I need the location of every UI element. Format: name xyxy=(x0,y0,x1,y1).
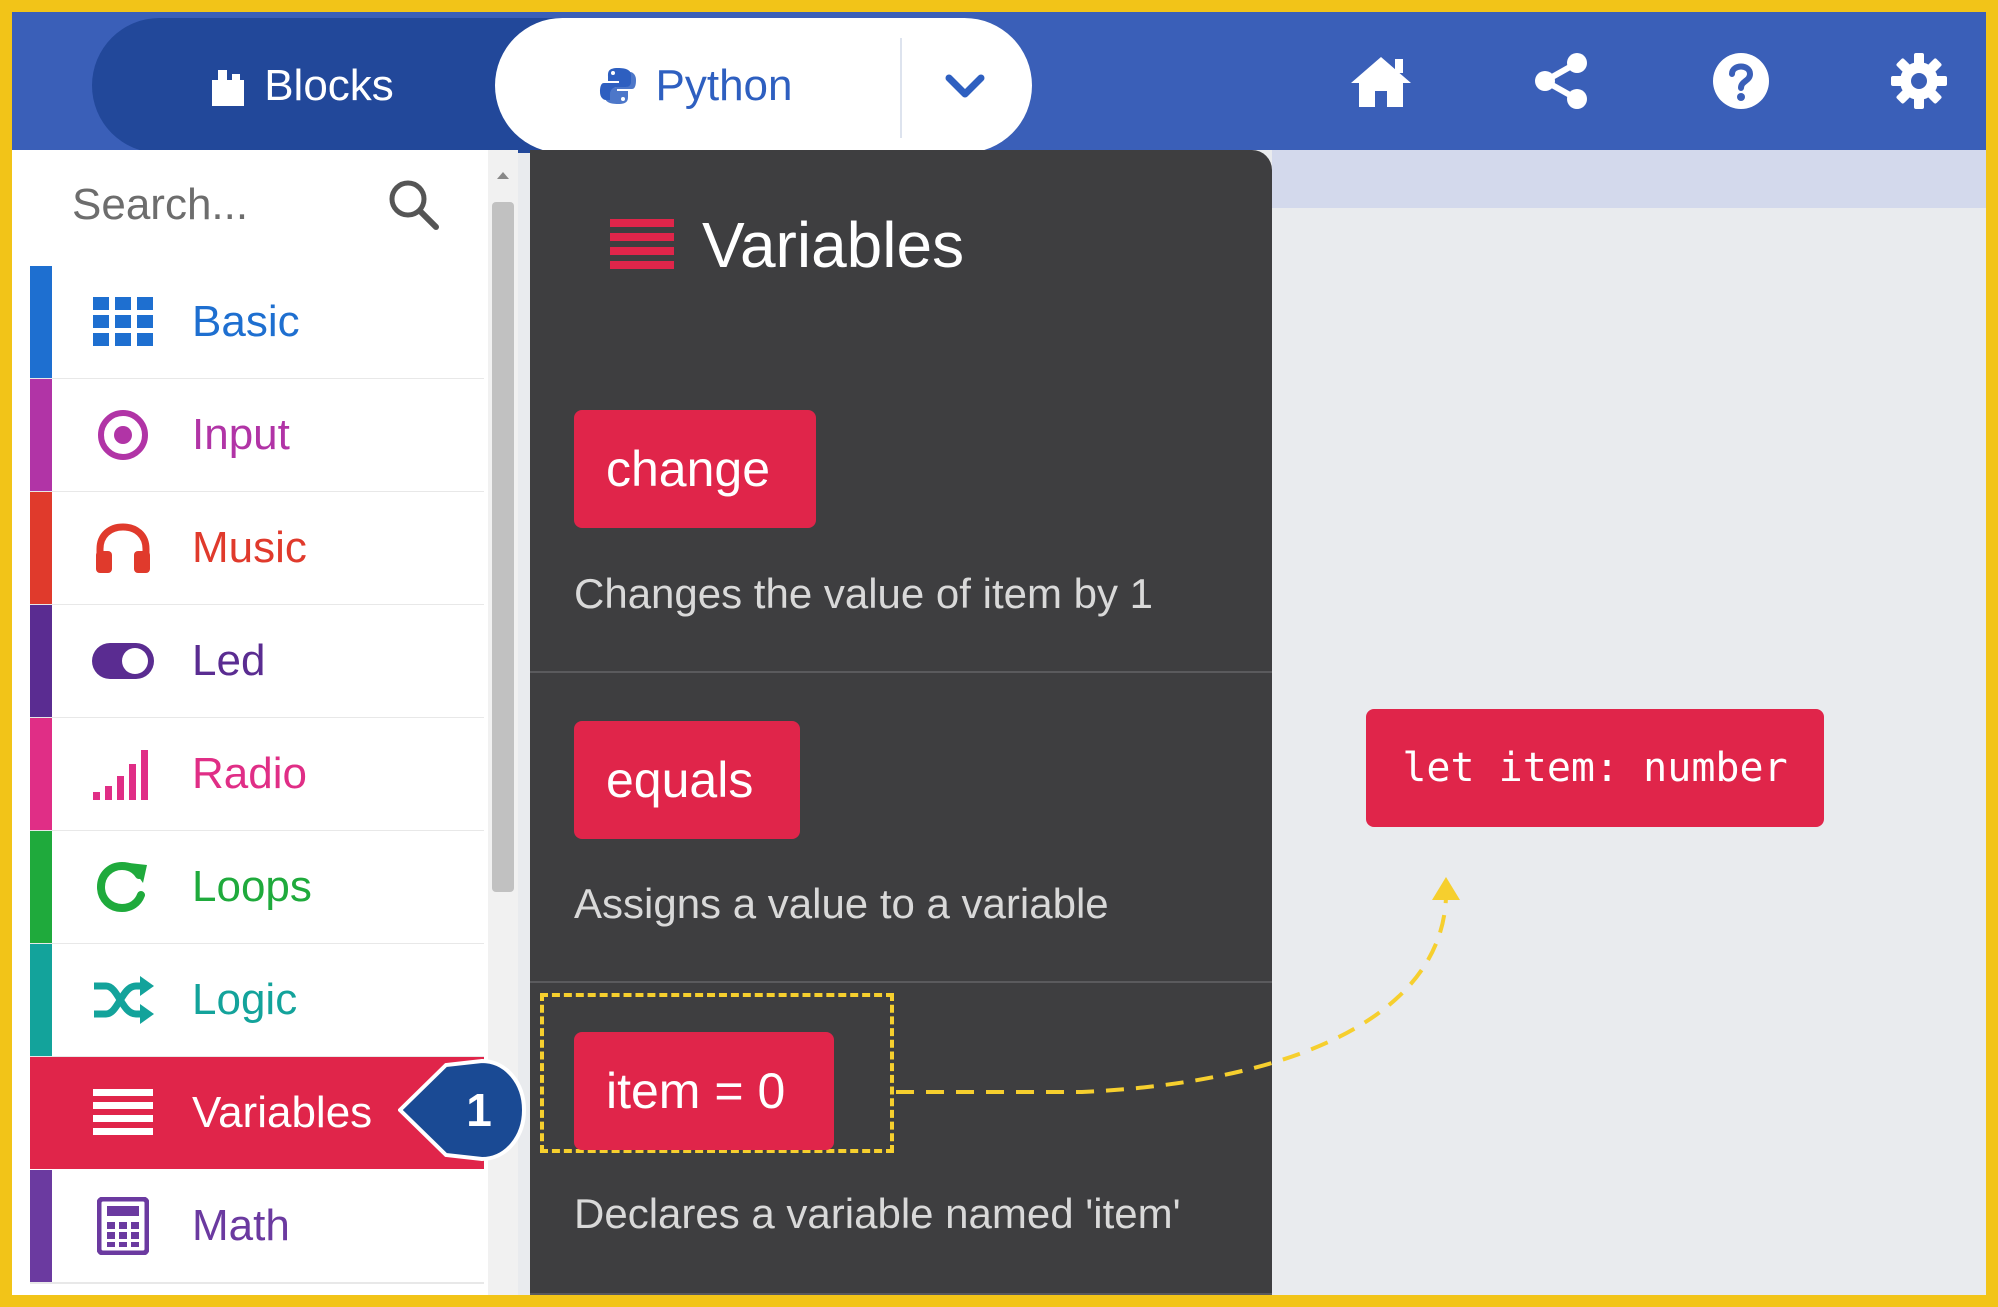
signal-bars-icon xyxy=(88,739,158,809)
item-description: Declares a variable named 'item' xyxy=(574,1190,1181,1237)
category-label: Math xyxy=(192,1201,290,1250)
tab-python[interactable]: Python xyxy=(495,18,895,153)
declared-variable-block[interactable]: let item: number xyxy=(1366,709,1824,827)
python-icon xyxy=(599,67,636,104)
settings-button[interactable] xyxy=(1884,46,1954,116)
tab-python-label: Python xyxy=(655,60,793,110)
search-placeholder: Search... xyxy=(72,180,249,229)
help-button[interactable] xyxy=(1706,46,1776,116)
language-dropdown-button[interactable] xyxy=(910,18,1020,153)
category-color-bar xyxy=(30,718,52,830)
category-label: Music xyxy=(192,523,307,572)
toggle-icon xyxy=(88,626,158,696)
step-number: 1 xyxy=(466,1084,492,1136)
change-block[interactable]: change xyxy=(574,410,816,528)
category-label: Led xyxy=(192,636,266,685)
equals-description: Assigns a value to a variable xyxy=(574,880,1109,927)
flyout-separator xyxy=(530,1293,1272,1295)
category-label: Basic xyxy=(192,297,300,346)
shuffle-icon xyxy=(88,965,158,1035)
change-description: Changes the value of item by 1 xyxy=(574,570,1154,617)
workspace-toolbar-strip xyxy=(1272,150,1986,208)
gear-icon xyxy=(1891,53,1947,109)
category-math[interactable]: Math xyxy=(30,1170,484,1284)
tab-divider xyxy=(900,38,902,138)
calculator-icon xyxy=(88,1191,158,1261)
refresh-icon xyxy=(88,852,158,922)
category-basic[interactable]: Basic xyxy=(30,266,484,380)
category-color-bar xyxy=(30,492,52,604)
top-menu-bar: Blocks Python xyxy=(12,12,1986,153)
category-color-bar xyxy=(30,944,52,1056)
list-icon xyxy=(610,219,674,269)
category-label: Input xyxy=(192,410,290,459)
category-label: Loops xyxy=(192,862,312,911)
python-pill: Python xyxy=(495,18,1032,153)
flyout-title: Variables xyxy=(702,209,965,281)
code-workspace[interactable]: let item: number xyxy=(1272,150,1986,1295)
search-icon xyxy=(389,180,439,230)
scroll-thumb[interactable] xyxy=(492,202,514,892)
category-label: Radio xyxy=(192,749,307,798)
home-button[interactable] xyxy=(1346,46,1416,116)
scroll-up-arrow[interactable] xyxy=(488,170,518,190)
headphones-icon xyxy=(88,513,158,583)
tab-blocks[interactable]: Blocks xyxy=(152,32,452,140)
category-logic[interactable]: Logic xyxy=(30,944,484,1058)
category-color-bar xyxy=(30,1170,52,1282)
target-icon xyxy=(88,400,158,470)
category-loops[interactable]: Loops xyxy=(30,831,484,945)
category-color-bar xyxy=(30,379,52,491)
category-color-bar xyxy=(30,605,52,717)
help-icon xyxy=(1713,53,1769,109)
puzzle-icon xyxy=(212,70,245,106)
share-button[interactable] xyxy=(1526,46,1596,116)
home-icon xyxy=(1351,57,1411,107)
category-radio[interactable]: Radio xyxy=(30,718,484,832)
tab-blocks-label: Blocks xyxy=(264,61,394,110)
editor-frame: Blocks Python Search... Basic Input Musi… xyxy=(0,0,1998,1307)
category-color-bar xyxy=(30,831,52,943)
flyout-header: Variables xyxy=(610,200,964,290)
item-assign-block[interactable]: item = 0 xyxy=(574,1032,834,1150)
category-input[interactable]: Input xyxy=(30,379,484,493)
flyout-separator xyxy=(530,671,1272,673)
category-led[interactable]: Led xyxy=(30,605,484,719)
equals-block[interactable]: equals xyxy=(574,721,800,839)
category-music[interactable]: Music xyxy=(30,492,484,606)
share-icon xyxy=(1535,53,1587,109)
category-color-bar xyxy=(30,266,52,378)
category-label: Logic xyxy=(192,975,298,1024)
variables-flyout: Variables change Changes the value of it… xyxy=(530,150,1272,1295)
flyout-separator xyxy=(530,981,1272,983)
search-input[interactable]: Search... xyxy=(32,150,468,260)
chevron-down-icon xyxy=(945,74,985,97)
list-icon xyxy=(88,1078,158,1148)
category-label: Variables xyxy=(192,1088,373,1137)
grid-icon xyxy=(88,287,158,357)
